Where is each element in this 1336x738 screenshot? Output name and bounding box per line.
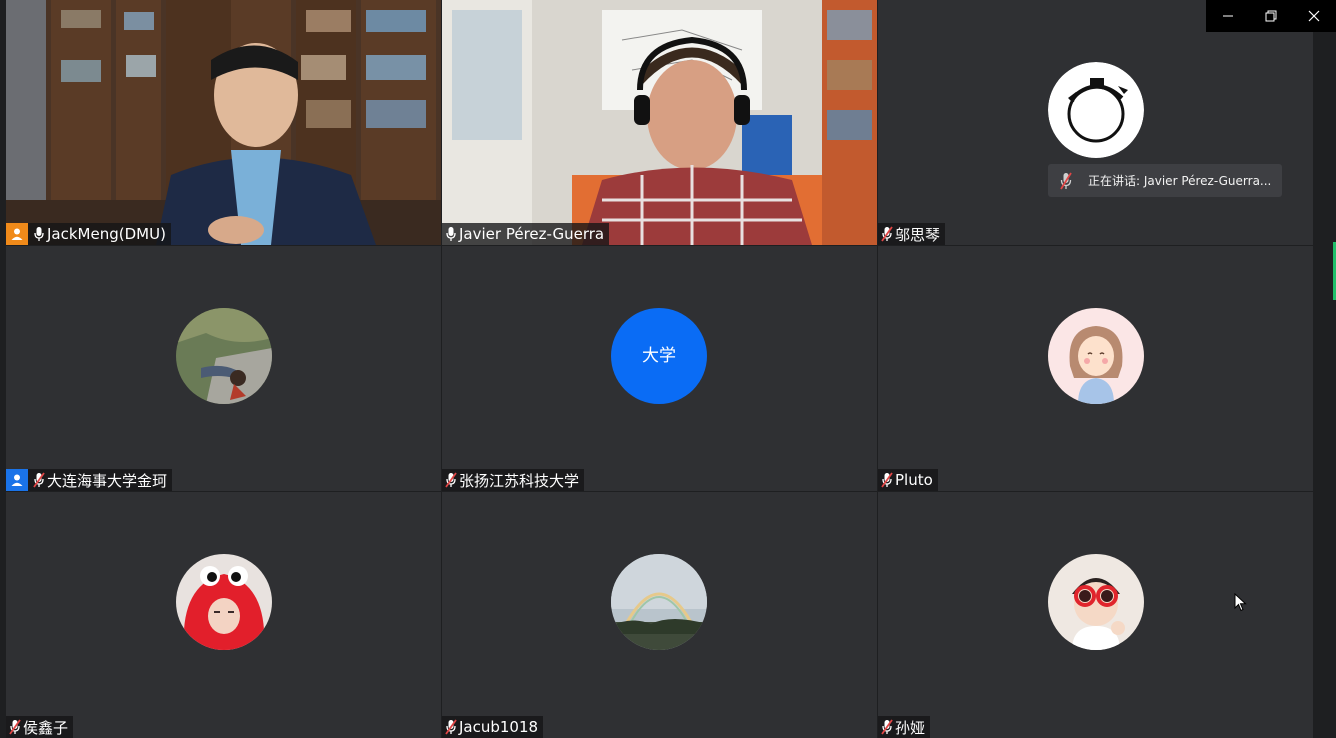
participant-tile-1[interactable]: JackMeng(DMU) — [6, 0, 441, 245]
participant-tile-4[interactable]: 大连海事大学金珂 — [6, 246, 441, 491]
participant-tile-5[interactable]: 大学 张扬江苏科技大学 — [442, 246, 877, 491]
participant-name-tag: Jacub1018 — [442, 716, 544, 738]
participant-name-tag: Pluto — [878, 469, 938, 491]
minimize-icon[interactable] — [1206, 0, 1249, 32]
restore-icon[interactable] — [1249, 0, 1292, 32]
participant-name-tag: 张扬江苏科技大学 — [442, 469, 585, 491]
participant-name: 邬思琴 — [895, 225, 941, 244]
participant-tile-9[interactable]: 孙娅 — [878, 492, 1313, 738]
person-lying-on-grass-photo — [176, 308, 272, 404]
participant-tile-8[interactable]: Jacub1018 — [442, 492, 877, 738]
red-crab-costume-photo — [176, 554, 272, 650]
mic-muted-icon[interactable] — [444, 718, 458, 736]
avatar-initials: 大学 — [611, 308, 707, 404]
participant-tile-3[interactable]: 邬思琴 — [878, 0, 1313, 245]
active-speaker-indicator: 正在讲话: Javier Pérez-Guerra... — [1048, 164, 1282, 197]
mic-muted-icon[interactable] — [32, 471, 46, 489]
participant-name-tag: JackMeng(DMU) — [6, 223, 171, 245]
mouse-cursor-icon — [1234, 592, 1247, 616]
participant-name: 大连海事大学金珂 — [47, 471, 168, 490]
participant-name-tag: 孙娅 — [878, 716, 931, 738]
participant-name: Jacub1018 — [459, 718, 539, 736]
meeting-gallery-view: JackMeng(DMU) Javier Pérez-Guerra 邬思琴 大连… — [0, 0, 1336, 738]
participant-name-tag: 侯鑫子 — [6, 716, 74, 738]
participant-name-tag: 邬思琴 — [878, 223, 946, 245]
participant-name: 孙娅 — [895, 718, 926, 737]
child-red-glasses-photo — [1048, 554, 1144, 650]
robot-ring-avatar — [1048, 62, 1144, 158]
cartoon-girl-avatar — [1048, 308, 1144, 404]
close-icon[interactable] — [1292, 0, 1335, 32]
mic-muted-icon[interactable] — [8, 718, 22, 736]
text-avatar: 大学 — [611, 308, 707, 404]
participant-tile-6[interactable]: Pluto — [878, 246, 1313, 491]
participant-name: 侯鑫子 — [23, 718, 69, 737]
video-feed — [6, 0, 441, 245]
participant-name: Javier Pérez-Guerra — [459, 225, 605, 243]
video-feed — [442, 0, 877, 245]
participant-tile-2[interactable]: Javier Pérez-Guerra — [442, 0, 877, 245]
participant-name: Pluto — [895, 471, 933, 489]
rainbow-landscape-photo — [611, 554, 707, 650]
cohost-badge-icon — [6, 469, 28, 491]
active-speaker-text: 正在讲话: Javier Pérez-Guerra... — [1088, 174, 1272, 188]
participant-name-tag: 大连海事大学金珂 — [6, 469, 173, 491]
window-right-edge — [1314, 32, 1336, 738]
participant-name: 张扬江苏科技大学 — [459, 471, 580, 490]
participant-name: JackMeng(DMU) — [47, 225, 166, 243]
mic-muted-icon — [1052, 164, 1080, 197]
mic-on-icon[interactable] — [32, 225, 46, 243]
mic-on-icon[interactable] — [444, 225, 458, 243]
mic-muted-icon[interactable] — [444, 471, 458, 489]
window-controls — [1206, 0, 1336, 32]
mic-muted-icon[interactable] — [880, 471, 894, 489]
participant-name-tag: Javier Pérez-Guerra — [442, 223, 610, 245]
host-badge-icon — [6, 223, 28, 245]
mic-muted-icon[interactable] — [880, 718, 894, 736]
mic-muted-icon[interactable] — [880, 225, 894, 243]
participant-tile-7[interactable]: 侯鑫子 — [6, 492, 441, 738]
